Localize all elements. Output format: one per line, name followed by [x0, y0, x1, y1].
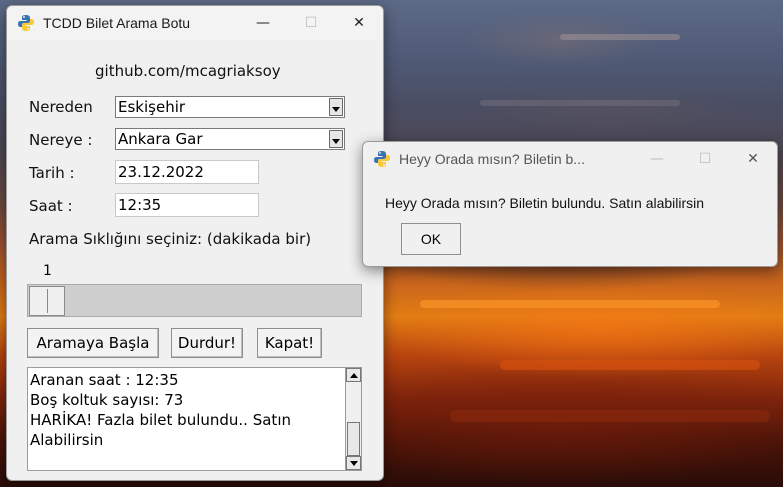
maximize-button[interactable]: ☐ [681, 142, 729, 176]
frequency-label: Arama Sıklığını seçiniz: (dakikada bir) [29, 230, 312, 248]
exit-button[interactable]: Kapat! [257, 328, 322, 358]
scroll-thumb[interactable] [347, 422, 360, 456]
cloud-streak [420, 300, 720, 308]
cloud-streak [450, 410, 770, 422]
log-line: HARİKA! Fazla bilet bulundu.. Satın [30, 411, 291, 429]
alert-dialog: Heyy Orada mısın? Biletin b... — ☐ ✕ Hey… [362, 141, 778, 267]
log-textbox[interactable]: Aranan saat : 12:35 Boş koltuk sayısı: 7… [27, 367, 347, 471]
to-value: Ankara Gar [118, 130, 203, 148]
stop-button[interactable]: Durdur! [171, 328, 243, 358]
minimize-button[interactable]: — [633, 142, 681, 176]
minimize-icon: — [650, 151, 664, 167]
close-icon: ✕ [747, 151, 759, 167]
dialog-title: Heyy Orada mısın? Biletin b... [399, 151, 585, 167]
log-line: Boş koltuk sayısı: 73 [30, 391, 184, 409]
minimize-button[interactable]: — [239, 6, 287, 40]
scroll-up-button[interactable] [346, 368, 361, 382]
slider-thumb[interactable] [29, 286, 65, 316]
log-scrollbar[interactable] [345, 367, 362, 471]
window-title: TCDD Bilet Arama Botu [43, 15, 191, 31]
to-combobox[interactable]: Ankara Gar [115, 128, 345, 150]
cloud-streak [480, 100, 680, 106]
frequency-slider[interactable] [27, 284, 362, 317]
maximize-button[interactable]: ☐ [287, 6, 335, 40]
date-label: Tarih : [29, 164, 75, 182]
python-icon [373, 150, 391, 168]
python-icon [17, 14, 35, 32]
maximize-icon: ☐ [304, 15, 318, 31]
credit-label: github.com/mcagriaksoy [95, 62, 281, 80]
main-window: TCDD Bilet Arama Botu — ☐ ✕ github.com/m… [6, 5, 384, 481]
arrow-down-icon [349, 460, 358, 466]
slider-value: 1 [43, 263, 52, 279]
dialog-titlebar[interactable]: Heyy Orada mısın? Biletin b... — ☐ ✕ [363, 142, 777, 176]
cloud-streak [560, 34, 680, 40]
close-button[interactable]: ✕ [729, 142, 777, 176]
to-label: Nereye : [29, 131, 93, 149]
close-button[interactable]: ✕ [335, 6, 383, 40]
from-label: Nereden [29, 98, 93, 116]
log-line: Aranan saat : 12:35 [30, 371, 179, 389]
dropdown-arrow-icon[interactable] [329, 98, 343, 116]
ok-button[interactable]: OK [401, 223, 461, 255]
close-icon: ✕ [353, 15, 365, 31]
maximize-icon: ☐ [698, 151, 712, 167]
time-label: Saat : [29, 197, 73, 215]
time-input[interactable]: 12:35 [115, 193, 259, 217]
scroll-down-button[interactable] [346, 456, 361, 470]
cloud-streak [500, 360, 760, 370]
minimize-icon: — [256, 15, 270, 31]
dropdown-arrow-icon[interactable] [329, 130, 343, 148]
start-search-button[interactable]: Aramaya Başla [27, 328, 159, 358]
from-combobox[interactable]: Eskişehir [115, 96, 345, 118]
date-input[interactable]: 23.12.2022 [115, 160, 259, 184]
from-value: Eskişehir [118, 98, 186, 116]
log-line: Alabilirsin [30, 431, 104, 449]
dialog-message: Heyy Orada mısın? Biletin bulundu. Satın… [385, 195, 705, 211]
arrow-up-icon [349, 372, 358, 378]
main-titlebar[interactable]: TCDD Bilet Arama Botu — ☐ ✕ [7, 6, 383, 40]
